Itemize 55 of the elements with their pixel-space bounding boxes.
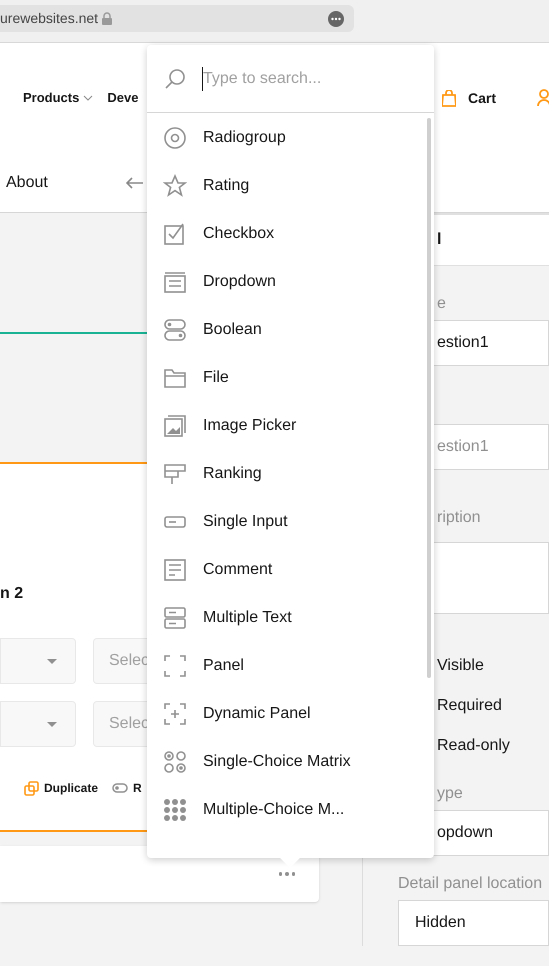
caret-icon <box>47 722 57 726</box>
toolbox-item[interactable]: Comment <box>147 546 434 594</box>
dot-grid-icon <box>163 798 187 822</box>
toolbox-item[interactable]: Single Input <box>147 498 434 546</box>
panel-icon <box>163 654 187 678</box>
more-icon[interactable] <box>328 10 344 26</box>
radio-icon <box>163 126 187 150</box>
dynamic-panel-icon <box>163 702 187 726</box>
matrix-icon <box>163 750 187 774</box>
search-icon <box>164 68 186 90</box>
caret-icon <box>47 658 57 664</box>
nav-link[interactable]: Products <box>23 88 94 108</box>
chevron-down-icon <box>83 95 94 101</box>
search-field[interactable]: Type to search... <box>202 66 418 90</box>
shopping-bag-icon <box>442 90 456 106</box>
address-bar[interactable]: urewebsites.net <box>0 5 354 32</box>
checkbox-label[interactable]: Read-only <box>437 734 510 758</box>
folder-icon <box>163 366 187 390</box>
dropdown-field[interactable] <box>0 701 76 747</box>
toolbox-item[interactable]: Single-Choice Matrix <box>147 738 434 786</box>
toolbox-item[interactable]: Dynamic Panel <box>147 690 434 738</box>
user-icon[interactable] <box>537 89 549 107</box>
comment-icon <box>163 558 187 582</box>
ranking-icon <box>163 462 187 486</box>
toolbox-item[interactable]: Checkbox <box>147 210 434 258</box>
property-label: Detail panel location <box>398 874 542 894</box>
toggle-icon <box>112 783 128 793</box>
dropdown-icon <box>163 270 187 294</box>
toggle-icon <box>163 318 187 342</box>
nav-link[interactable]: Deve <box>107 88 138 108</box>
cart-link[interactable]: Cart <box>442 88 496 108</box>
checkbox-label[interactable]: Required <box>437 694 502 718</box>
toolbox-item[interactable]: Panel <box>147 642 434 690</box>
question-title: n 2 <box>0 584 24 604</box>
property-label: ype <box>437 784 463 804</box>
about-tab[interactable]: About <box>6 171 48 195</box>
url-text: urewebsites.net <box>0 9 98 28</box>
image-icon <box>163 414 187 438</box>
property-label: e <box>437 294 446 314</box>
property-label: ription <box>437 508 481 528</box>
text-field[interactable]: Hidden <box>398 900 549 946</box>
toggle-button[interactable]: R <box>112 779 142 797</box>
checkbox-label[interactable]: Visible <box>437 654 484 678</box>
panel-heading: l <box>437 230 442 250</box>
toolbox-item[interactable]: Dropdown <box>147 258 434 306</box>
toolbox-item[interactable]: Radiogroup <box>147 114 434 162</box>
duplicate-button[interactable]: Duplicate <box>24 779 98 797</box>
multi-input-icon <box>163 606 187 630</box>
toolbox-item[interactable]: Multiple Text <box>147 594 434 642</box>
checkbox-icon <box>163 222 187 246</box>
star-icon <box>163 174 187 198</box>
toolbox-item[interactable]: Rating <box>147 162 434 210</box>
lock-icon <box>102 12 112 25</box>
dropdown-field[interactable] <box>0 638 76 684</box>
copy-icon <box>24 780 39 796</box>
